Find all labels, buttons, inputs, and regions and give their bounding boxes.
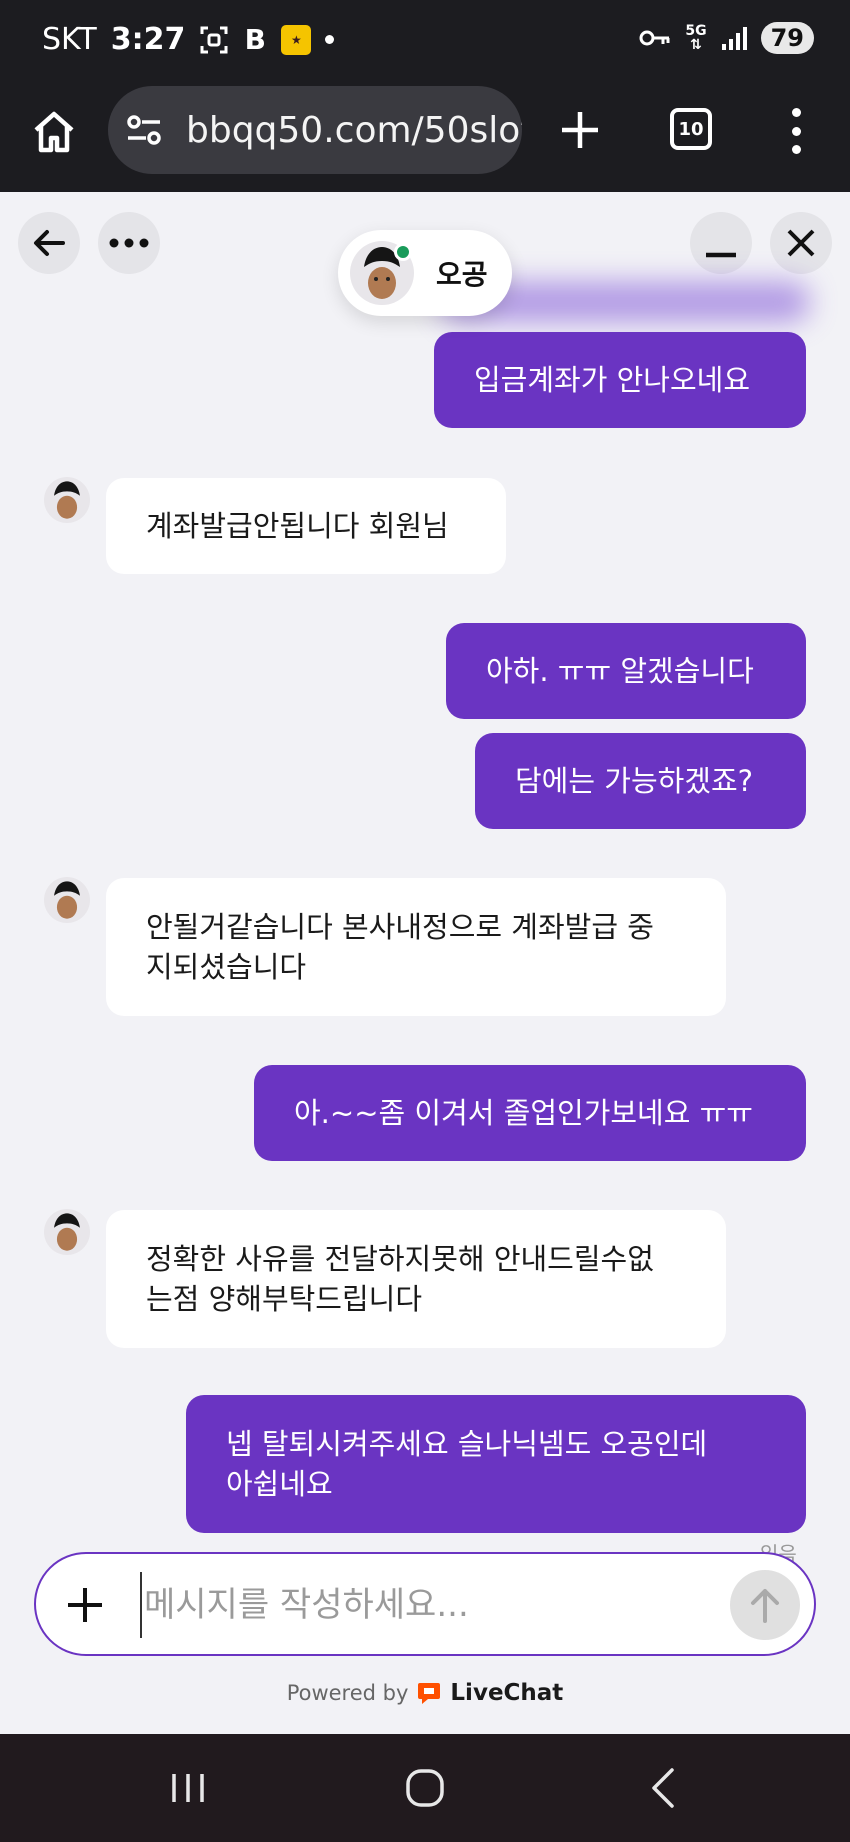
clock: 3:27	[110, 22, 186, 57]
tab-switcher-button[interactable]: 10	[670, 108, 712, 150]
message-text: 는점 양해부탁드립니다	[146, 1282, 423, 1316]
message-bubble-agent: 안될거같습니다 본사내정으로 계좌발급 중 지되셨습니다	[106, 878, 726, 1016]
message-text: 아.~~좀 이겨서 졸업인가보네요 ㅠㅠ	[294, 1096, 753, 1130]
status-bar: SKT 3:27 B ★ 5G ⇅ 79	[0, 0, 850, 80]
close-icon	[787, 229, 815, 257]
agent-mini-avatar	[44, 477, 90, 523]
message-bubble-agent: 정확한 사유를 전달하지못해 안내드릴수없 는점 양해부탁드립니다	[106, 1210, 726, 1348]
battery-indicator: 79	[760, 22, 814, 54]
site-settings-icon[interactable]	[124, 110, 164, 150]
ellipsis-icon	[109, 238, 149, 248]
screenshot-icon	[199, 25, 229, 55]
livechat-brand: LiveChat	[450, 1680, 564, 1706]
livechat-logo-icon	[418, 1683, 441, 1704]
message-text: 지되셨습니다	[146, 950, 307, 984]
message-text: 입금계좌가 안나오네요	[474, 363, 751, 397]
online-status-dot	[394, 243, 412, 261]
kakao-icon: ★	[281, 24, 312, 55]
message-text: 넵 탈퇴시켜주세요 슬나닉넴도 오공인데	[226, 1427, 708, 1461]
minimize-button[interactable]	[690, 212, 752, 274]
message-bubble-user: 아.~~좀 이겨서 졸업인가보네요 ㅠㅠ	[254, 1065, 806, 1161]
more-menu-icon[interactable]	[784, 108, 808, 154]
message-bubble-user: 입금계좌가 안나오네요	[434, 332, 806, 428]
minimize-icon	[706, 252, 736, 258]
message-text: 안될거같습니다 본사내정으로 계좌발급 중	[146, 910, 654, 944]
send-button[interactable]	[730, 1570, 800, 1640]
browser-toolbar: bbqq50.com/50slot_ 10	[0, 80, 850, 192]
chat-options-button[interactable]	[98, 212, 160, 274]
home-nav-icon[interactable]	[401, 1764, 449, 1812]
message-bubble-user: 아하. ㅠㅠ 알겠습니다	[446, 623, 806, 719]
powered-by-footer[interactable]: Powered by LiveChat	[0, 1680, 850, 1706]
message-bubble-agent: 계좌발급안됩니다 회원님	[106, 478, 506, 574]
message-text: 아쉽네요	[226, 1467, 333, 1501]
notification-dot-icon	[325, 35, 335, 44]
arrow-left-icon	[34, 230, 65, 256]
home-icon[interactable]	[28, 106, 80, 158]
message-text: 아하. ㅠㅠ 알겠습니다	[486, 654, 754, 688]
recent-apps-icon[interactable]	[164, 1764, 212, 1812]
network-5g-icon: 5G ⇅	[685, 23, 707, 53]
b-app-icon: B	[244, 23, 267, 56]
status-right: 5G ⇅ 79	[639, 22, 814, 54]
message-text: 정확한 사유를 전달하지못해 안내드릴수없	[146, 1242, 654, 1276]
agent-mini-avatar	[44, 877, 90, 923]
carrier-label: SKT	[42, 22, 97, 57]
attach-plus-icon[interactable]	[62, 1582, 108, 1628]
agent-name: 오공	[436, 258, 488, 291]
message-composer	[34, 1552, 816, 1656]
agent-info-pill[interactable]: 오공	[338, 230, 512, 316]
agent-avatar	[350, 241, 414, 305]
url-text: bbqq50.com/50slot_	[186, 109, 522, 151]
tab-count: 10	[678, 118, 704, 140]
address-bar[interactable]: bbqq50.com/50slot_	[108, 86, 522, 174]
back-button[interactable]	[18, 212, 80, 274]
message-input[interactable]	[140, 1572, 640, 1638]
agent-mini-avatar	[44, 1209, 90, 1255]
signal-icon	[721, 26, 747, 50]
key-icon	[639, 28, 671, 48]
message-bubble-user: 담에는 가능하겠죠?	[475, 733, 806, 829]
close-chat-button[interactable]	[770, 212, 832, 274]
message-text: 계좌발급안됩니다 회원님	[146, 509, 449, 543]
back-nav-icon[interactable]	[640, 1764, 688, 1812]
arrow-up-icon	[751, 1589, 779, 1623]
powered-by-label: Powered by	[286, 1681, 409, 1705]
system-navigation-bar	[0, 1734, 850, 1842]
message-bubble-user: 넵 탈퇴시켜주세요 슬나닉넴도 오공인데 아쉽네요	[186, 1395, 806, 1533]
new-tab-icon[interactable]	[558, 108, 602, 152]
message-text: 담에는 가능하겠죠?	[515, 764, 754, 798]
network-label: 5G	[685, 23, 707, 39]
status-left: SKT 3:27 B ★	[42, 22, 335, 57]
